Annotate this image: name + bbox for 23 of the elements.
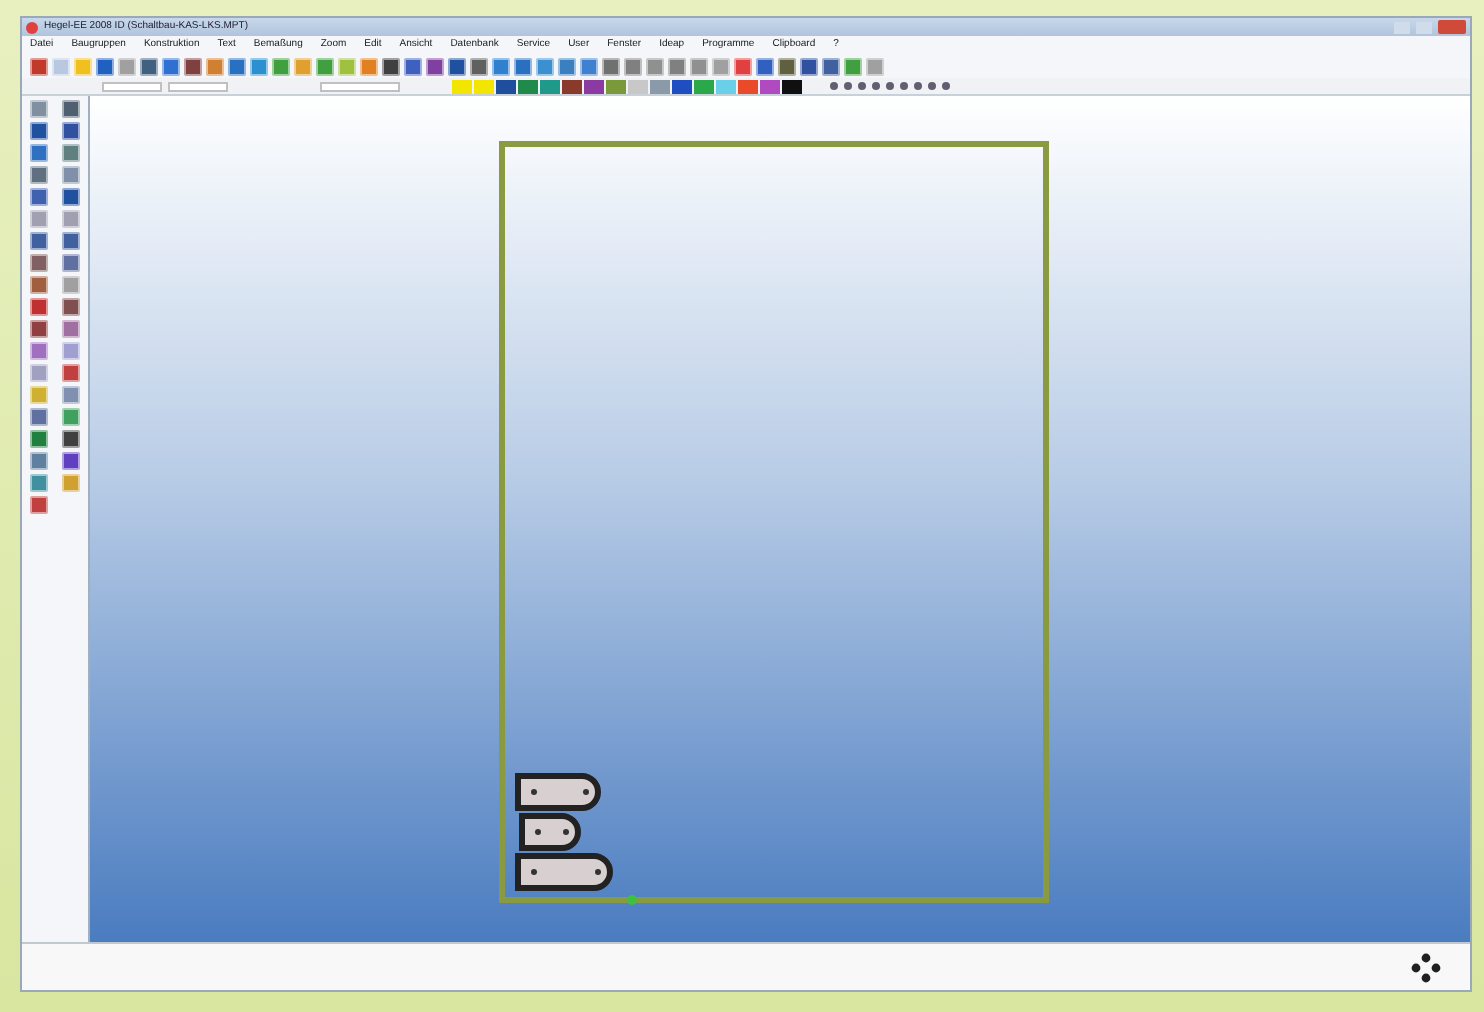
color-swatch[interactable] [452, 79, 472, 93]
move-icon[interactable] [1410, 951, 1442, 983]
input-field[interactable] [168, 81, 228, 91]
color-swatch[interactable] [738, 79, 758, 93]
color-swatch[interactable] [540, 79, 560, 93]
color-swatch[interactable] [760, 79, 780, 93]
color-swatch[interactable] [518, 79, 538, 93]
color-swatch[interactable] [694, 79, 714, 93]
origin-marker [627, 895, 637, 905]
color-swatch[interactable] [584, 79, 604, 93]
app-icon [26, 21, 38, 33]
input-field[interactable] [320, 81, 400, 91]
color-swatch[interactable] [628, 79, 648, 93]
color-swatch[interactable] [606, 79, 626, 93]
color-swatch[interactable] [650, 79, 670, 93]
color-swatch[interactable] [562, 79, 582, 93]
color-swatch[interactable] [716, 79, 736, 93]
color-swatch[interactable] [474, 79, 494, 93]
color-swatch[interactable] [782, 79, 802, 93]
bolt-part-drawing [515, 773, 601, 811]
color-swatch[interactable] [672, 79, 692, 93]
input-field[interactable] [102, 81, 162, 91]
color-swatch[interactable] [496, 79, 516, 93]
